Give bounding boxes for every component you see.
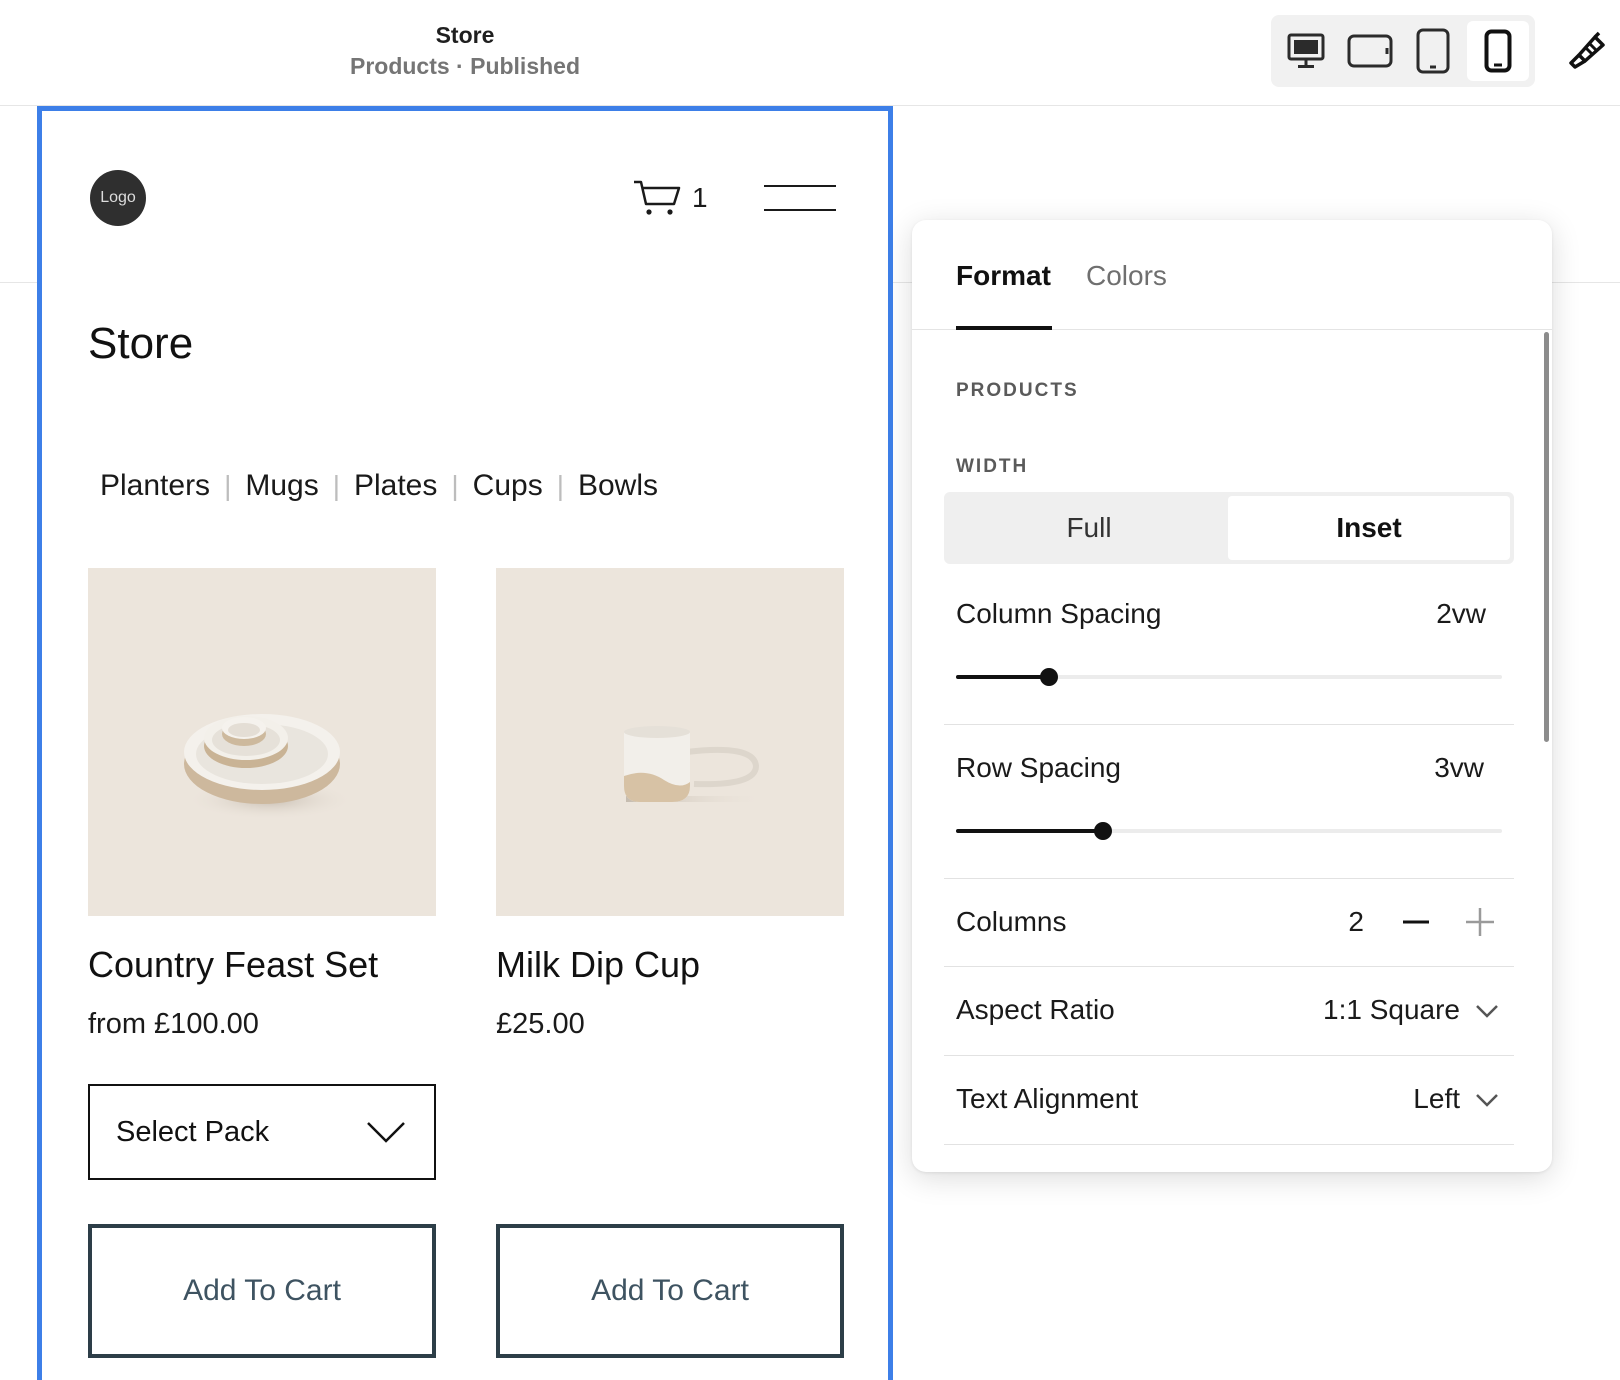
category-bowls[interactable]: Bowls	[578, 469, 658, 503]
aspect-ratio-label: Aspect Ratio	[956, 994, 1115, 1025]
width-segmented-control: Full Inset	[944, 492, 1514, 564]
select-pack-label: Select Pack	[116, 1115, 270, 1148]
add-to-cart-button[interactable]: Add To Cart	[496, 1224, 844, 1358]
tablet-landscape-view-button[interactable]	[1339, 21, 1401, 81]
divider	[944, 724, 1514, 725]
width-label: WIDTH	[956, 456, 1029, 477]
text-alignment-select[interactable]: Left	[1413, 1083, 1460, 1115]
row-spacing-value[interactable]: 3vw	[1434, 752, 1484, 784]
product-price: £25.00	[496, 1008, 585, 1040]
product-image-milk-dip-cup[interactable]	[496, 568, 844, 916]
site-styles-button[interactable]	[1562, 26, 1612, 76]
mobile-icon	[1484, 29, 1512, 73]
tablet-landscape-icon	[1347, 34, 1393, 68]
slider-thumb[interactable]	[1094, 822, 1113, 840]
category-separator: |	[556, 470, 564, 501]
product-card: Milk Dip Cup £25.00	[496, 568, 844, 1041]
product-price: from £100.00	[88, 1008, 259, 1040]
hamburger-menu-icon[interactable]	[764, 185, 836, 215]
chevron-down-icon	[367, 1122, 405, 1143]
format-panel: Format Colors PRODUCTS WIDTH Full Inset …	[912, 220, 1552, 1172]
slider-thumb[interactable]	[1039, 668, 1058, 686]
category-nav: Planters | Mugs | Plates | Cups | Bowls	[100, 469, 658, 503]
cart-icon	[634, 180, 681, 215]
category-separator: |	[451, 470, 459, 501]
row-spacing-label: Row Spacing	[956, 752, 1121, 783]
tab-format[interactable]: Format	[956, 260, 1051, 292]
chevron-down-icon[interactable]	[1474, 1087, 1500, 1113]
section-heading-products: PRODUCTS	[956, 380, 1079, 401]
nested-bowls-image	[184, 714, 354, 820]
columns-increment-button[interactable]	[1460, 902, 1500, 942]
tablet-portrait-icon	[1416, 28, 1450, 74]
site-logo[interactable]: Logo	[90, 170, 146, 226]
columns-value: 2	[1348, 906, 1364, 937]
panel-scrollbar[interactable]	[1544, 332, 1549, 742]
editor-top-bar: Store Products · Published	[0, 0, 1620, 106]
aspect-ratio-select[interactable]: 1:1 Square	[1323, 994, 1460, 1026]
page-subtitle: Products · Published	[349, 53, 581, 79]
slider-fill	[956, 675, 1049, 679]
page-title: Store	[435, 22, 495, 48]
tab-colors[interactable]: Colors	[1086, 260, 1167, 292]
columns-label: Columns	[956, 906, 1067, 937]
product-name[interactable]: Milk Dip Cup	[496, 944, 844, 986]
divider	[944, 966, 1514, 967]
page-info[interactable]: Store Products · Published	[300, 20, 630, 82]
select-pack-dropdown[interactable]: Select Pack	[88, 1084, 436, 1180]
desktop-view-button[interactable]	[1275, 21, 1337, 81]
chevron-down-icon[interactable]	[1474, 998, 1500, 1024]
divider	[944, 1144, 1514, 1145]
panel-tabs: Format Colors	[912, 220, 1552, 330]
category-planters[interactable]: Planters	[100, 469, 210, 503]
plus-icon	[1466, 908, 1494, 936]
tablet-portrait-view-button[interactable]	[1402, 21, 1464, 81]
mobile-preview-frame[interactable]: Logo 1 Store Planters | Mugs | Plates | …	[37, 106, 893, 1380]
active-tab-indicator	[956, 326, 1052, 330]
desktop-icon	[1287, 33, 1325, 68]
category-cups[interactable]: Cups	[473, 469, 543, 503]
paintbrush-icon	[1569, 31, 1605, 69]
divider	[944, 878, 1514, 879]
text-alignment-label: Text Alignment	[956, 1083, 1139, 1114]
category-separator: |	[332, 470, 340, 501]
width-option-full[interactable]: Full	[948, 496, 1230, 560]
product-image-country-feast-set[interactable]	[88, 568, 436, 916]
column-spacing-value[interactable]: 2vw	[1436, 598, 1486, 630]
columns-decrement-button[interactable]	[1396, 902, 1436, 942]
cup-image	[624, 726, 766, 802]
device-preview-switcher	[1271, 15, 1535, 87]
column-spacing-slider[interactable]	[956, 668, 1502, 686]
row-spacing-slider[interactable]	[956, 822, 1502, 840]
column-spacing-label: Column Spacing	[956, 598, 1162, 629]
minus-icon	[1403, 920, 1429, 924]
store-title: Store	[88, 319, 194, 368]
category-plates[interactable]: Plates	[354, 469, 437, 503]
product-name[interactable]: Country Feast Set	[88, 944, 436, 986]
slider-fill	[956, 829, 1104, 833]
category-mugs[interactable]: Mugs	[245, 469, 318, 503]
cart-count: 1	[692, 182, 708, 213]
divider	[944, 1055, 1514, 1056]
width-option-inset[interactable]: Inset	[1228, 496, 1510, 560]
mobile-view-button[interactable]	[1467, 21, 1529, 81]
add-to-cart-button[interactable]: Add To Cart	[88, 1224, 436, 1358]
category-separator: |	[224, 470, 232, 501]
cart-link[interactable]: 1	[632, 175, 708, 221]
product-card: Country Feast Set from £100.00	[88, 568, 436, 1041]
